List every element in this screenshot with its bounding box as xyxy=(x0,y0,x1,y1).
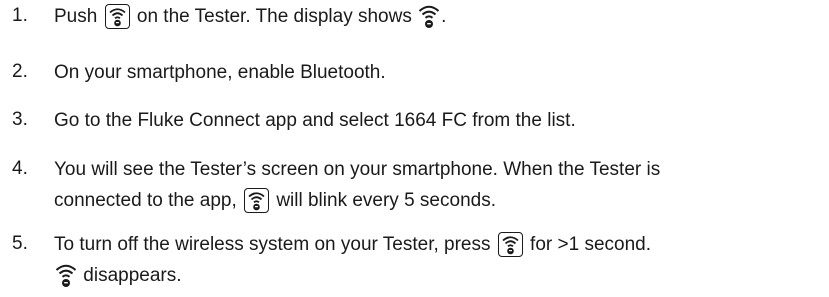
wireless-button-icon xyxy=(244,188,270,213)
step-text: Push on the Tester. The display shows . xyxy=(54,1,821,32)
step-number: 5. xyxy=(12,233,28,254)
step-number: 3. xyxy=(12,109,28,130)
step-text: To turn off the wireless system on your … xyxy=(54,232,651,288)
step-number: 2. xyxy=(12,61,28,82)
step-text: You will see the Tester’s screen on your… xyxy=(54,159,661,213)
step-number: 4. xyxy=(12,158,28,179)
wireless-display-icon xyxy=(418,3,440,29)
wireless-display-icon xyxy=(55,262,77,288)
step-text: On your smartphone, enable Bluetooth. xyxy=(54,62,386,83)
wireless-button-icon xyxy=(104,4,130,29)
instruction-steps: 1. Push on the Tester. The display shows… xyxy=(0,0,829,297)
step-text: Go to the Fluke Connect app and select 1… xyxy=(54,110,576,131)
wireless-button-icon xyxy=(497,232,523,257)
step-number: 1. xyxy=(12,5,28,26)
